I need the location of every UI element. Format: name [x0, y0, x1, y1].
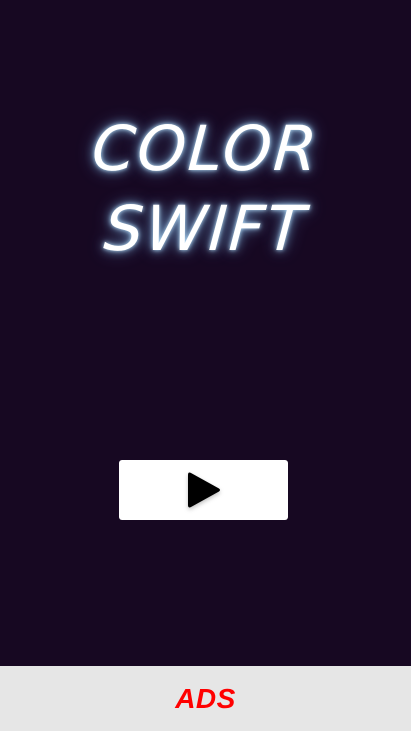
game-title-line-2: SWIFT: [101, 192, 310, 265]
play-button[interactable]: [119, 460, 288, 520]
ads-banner[interactable]: ADS: [0, 666, 411, 731]
ads-label: ADS: [175, 682, 236, 714]
play-icon: [187, 472, 220, 508]
game-title-line-1: COLOR: [89, 112, 322, 185]
game-screen: COLOR SWIFT: [0, 0, 411, 666]
